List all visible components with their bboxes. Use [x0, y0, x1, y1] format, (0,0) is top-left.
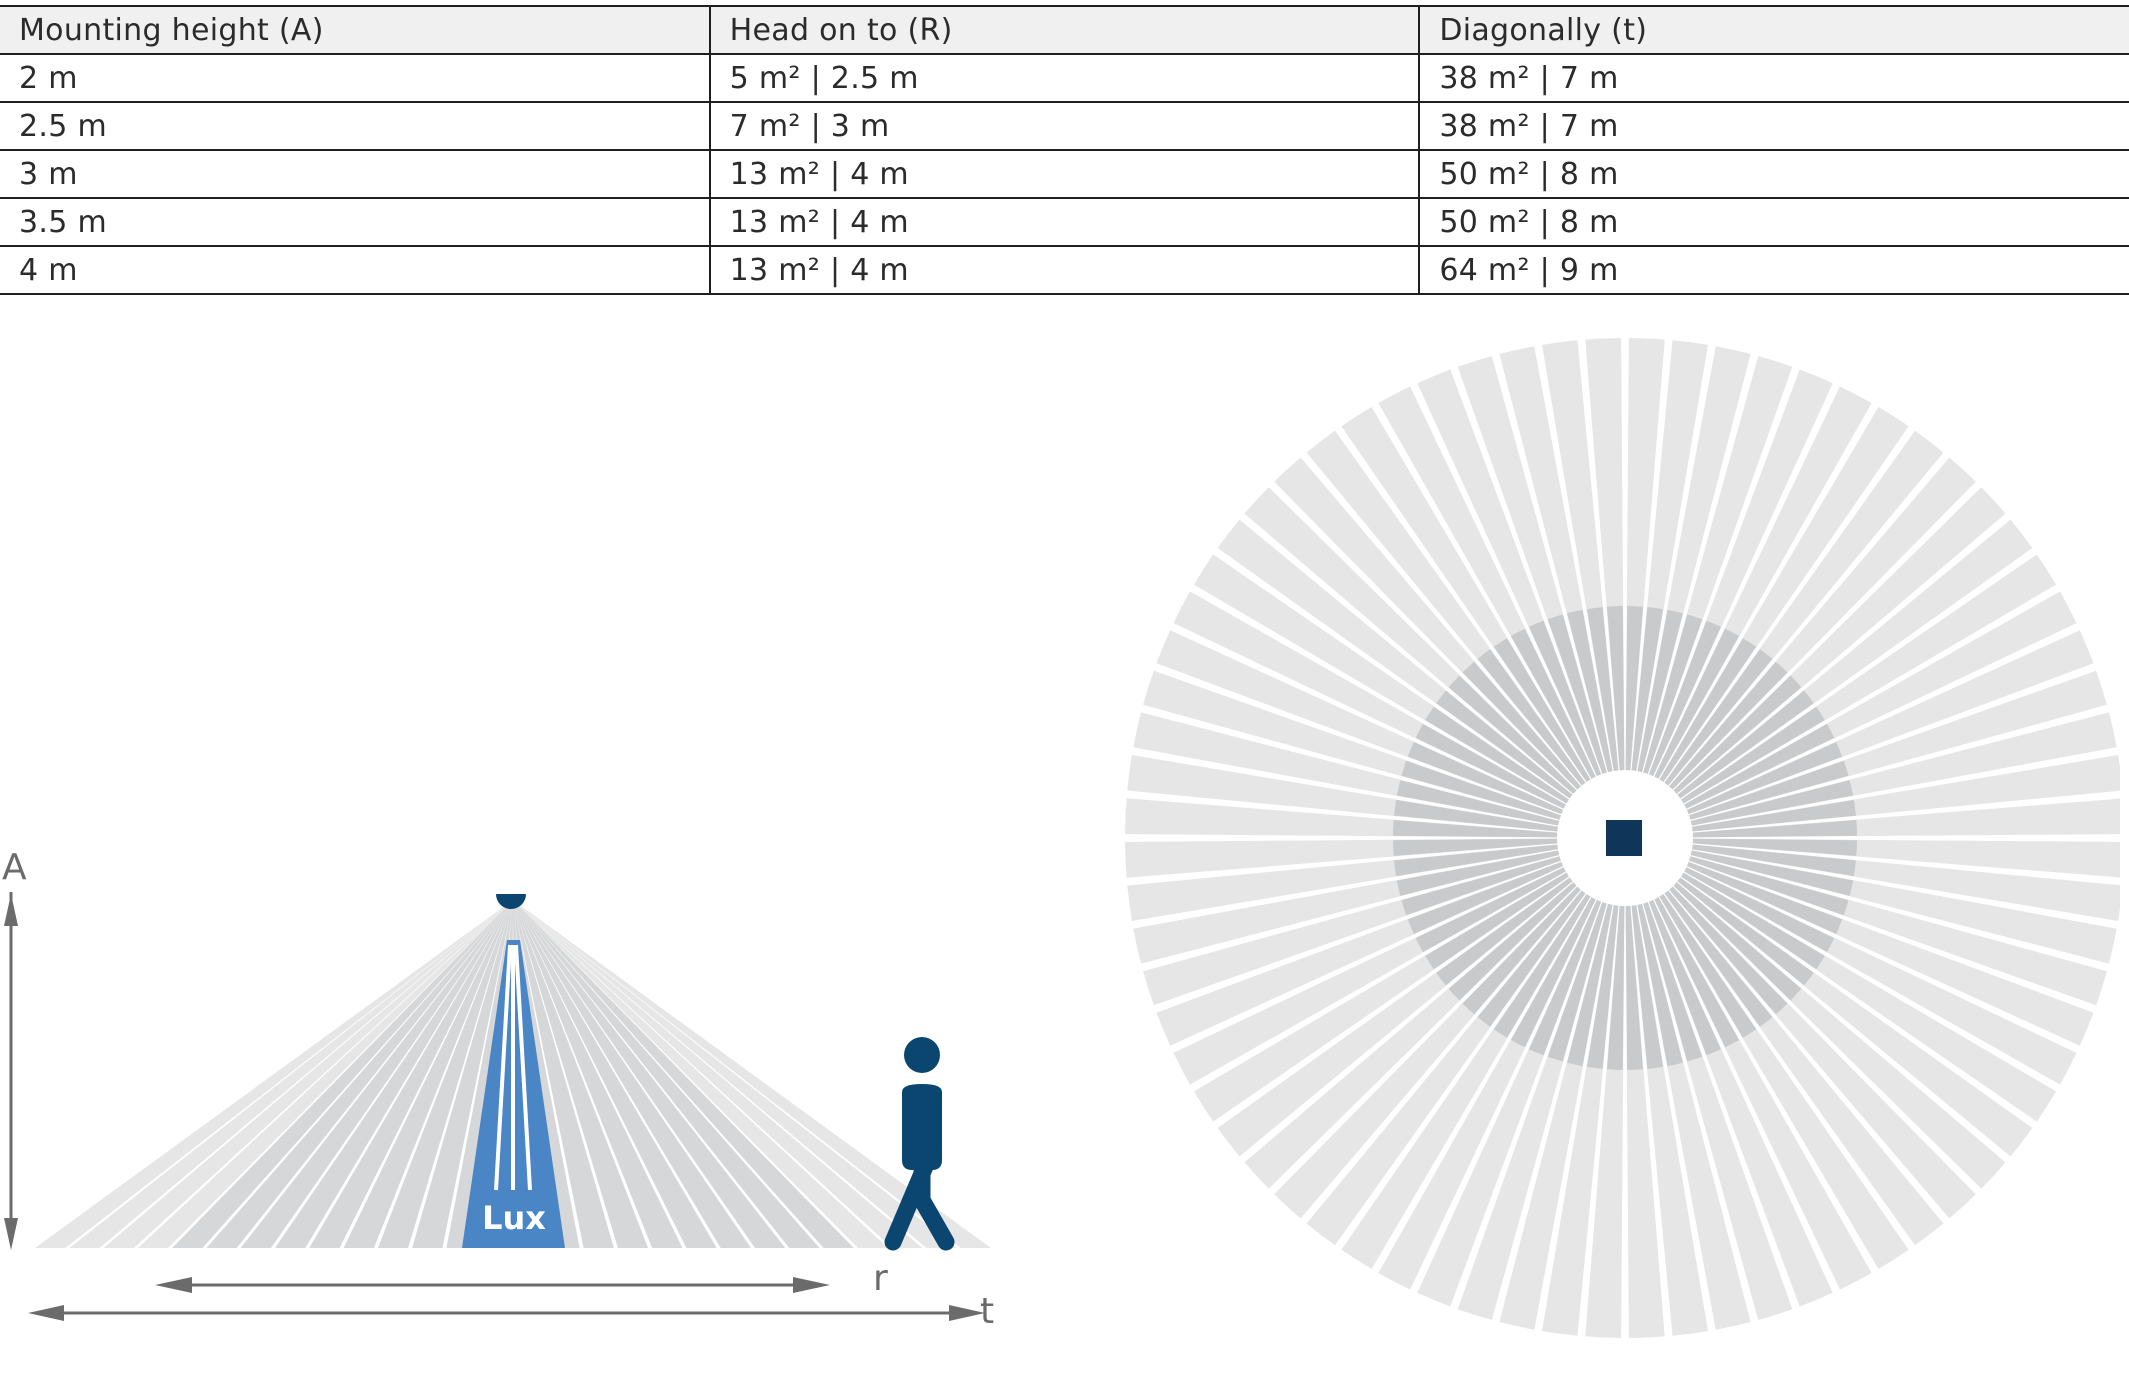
cell-mounting-height: 2.5 m: [0, 101, 710, 151]
head-on-label: r: [873, 1258, 888, 1299]
cell-head-on: 7 m² | 3 m: [708, 101, 1420, 151]
cell-mounting-height: 3 m: [0, 149, 710, 199]
lux-label: Lux: [482, 1199, 546, 1237]
cell-head-on: 13 m² | 4 m: [708, 149, 1420, 199]
table-row: 3.5 m 13 m² | 4 m 50 m² | 8 m: [0, 197, 2129, 247]
header-head-on: Head on to (R): [708, 5, 1420, 55]
cell-head-on: 5 m² | 2.5 m: [708, 53, 1420, 103]
height-arrow: [4, 892, 18, 1250]
cell-mounting-height: 4 m: [0, 245, 710, 295]
header-diagonally: Diagonally (t): [1418, 5, 2129, 55]
table-row: 4 m 13 m² | 4 m 64 m² | 9 m: [0, 245, 2129, 295]
diagonal-range-arrow: [28, 1305, 985, 1321]
cell-diagonally: 38 m² | 7 m: [1418, 101, 2129, 151]
head-on-range-arrow: [155, 1277, 830, 1293]
table-row: 2 m 5 m² | 2.5 m 38 m² | 7 m: [0, 53, 2129, 103]
table-header-row: Mounting height (A) Head on to (R) Diago…: [0, 5, 2129, 55]
sensor-square-icon: [1606, 820, 1642, 856]
cell-diagonally: 38 m² | 7 m: [1418, 53, 2129, 103]
top-view-diagram: [1125, 338, 2120, 1338]
cell-diagonally: 50 m² | 8 m: [1418, 197, 2129, 247]
diagonal-label: t: [980, 1291, 994, 1332]
table-row: 2.5 m 7 m² | 3 m 38 m² | 7 m: [0, 101, 2129, 151]
header-mounting-height: Mounting height (A): [0, 5, 710, 55]
cell-head-on: 13 m² | 4 m: [708, 197, 1420, 247]
table-row: 3 m 13 m² | 4 m 50 m² | 8 m: [0, 149, 2129, 199]
cell-mounting-height: 3.5 m: [0, 197, 710, 247]
cell-head-on: 13 m² | 4 m: [708, 245, 1420, 295]
detection-range-table: Mounting height (A) Head on to (R) Diago…: [0, 5, 2129, 295]
side-view-diagram: Lux A r t: [2, 847, 994, 1332]
height-label: A: [2, 847, 27, 888]
walking-person-icon: [884, 1037, 955, 1251]
cell-mounting-height: 2 m: [0, 53, 710, 103]
cell-diagonally: 50 m² | 8 m: [1418, 149, 2129, 199]
cell-diagonally: 64 m² | 9 m: [1418, 245, 2129, 295]
